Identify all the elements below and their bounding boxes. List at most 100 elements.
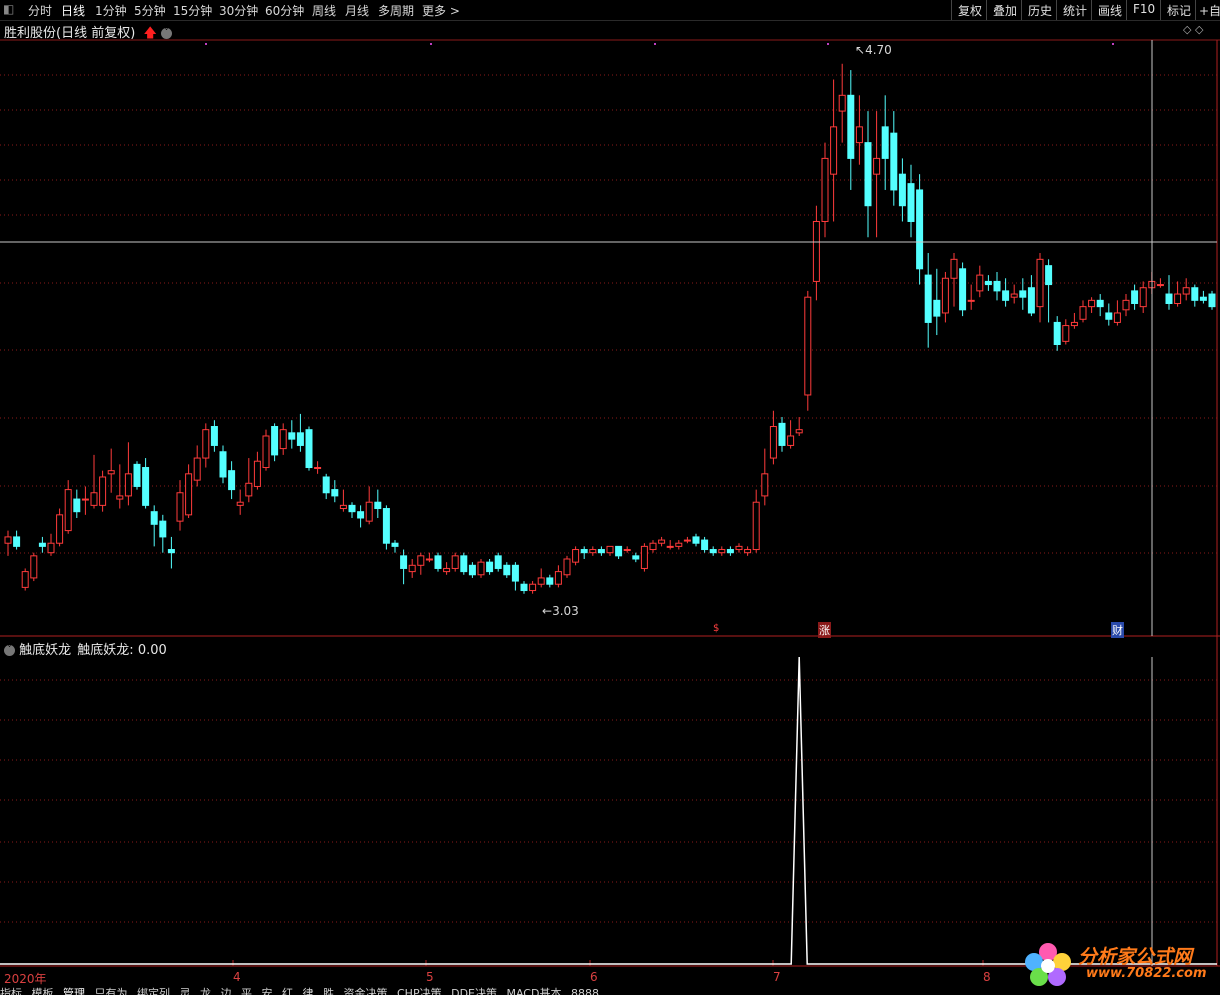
tab-chp[interactable]: CHP决策 (397, 985, 442, 995)
toolbar-menu-icon[interactable]: ◧ (3, 2, 14, 16)
period-tab-weekly[interactable]: 周线 (312, 2, 336, 19)
chart-title: 胜利股份(日线 前复权) 🡅 ˅ (4, 22, 172, 46)
fuquan-button[interactable]: 复权 (951, 0, 988, 20)
tab-sheng[interactable]: 胜 (323, 985, 334, 995)
candle-body-78 (675, 542, 683, 547)
period-tab-60min[interactable]: 60分钟 (265, 2, 304, 19)
candle-body-56 (486, 561, 494, 573)
candle-body-30 (262, 435, 270, 469)
candle-body-69 (597, 549, 605, 554)
period-tab-more[interactable]: 更多 > (422, 2, 460, 19)
tab-dde[interactable]: DDE决策 (451, 985, 497, 995)
candle-body-112 (967, 299, 975, 302)
restore-icon[interactable]: ◇ (1195, 23, 1203, 36)
candle-body-63 (546, 577, 554, 585)
indicator-title[interactable]: 触底妖龙 (19, 643, 71, 658)
tab-hong[interactable]: 红 (282, 985, 293, 995)
candle-body-62 (537, 577, 545, 585)
candle-body-111 (959, 268, 967, 311)
period-tab-fenshi[interactable]: 分时 (28, 2, 52, 19)
candle-body-25 (219, 451, 227, 478)
candle-body-98 (847, 94, 855, 159)
tab-ping[interactable]: 平 (241, 985, 252, 995)
candle-body-49 (425, 558, 433, 561)
tab-8888[interactable]: 8888 (571, 987, 599, 995)
watermark-url: www.70822.com (1086, 966, 1207, 981)
watermark-logo: 分析家公式网 www.70822.com (1020, 940, 1218, 988)
candle-body-88 (761, 473, 769, 497)
chevron-down-icon[interactable]: ˅ (160, 28, 172, 39)
candle-body-23 (202, 429, 210, 459)
stats-button[interactable]: 统计 (1056, 0, 1093, 20)
tab-capital[interactable]: 资金决策 (344, 985, 388, 995)
candle-body-10 (90, 492, 98, 506)
overlay-button[interactable]: 叠加 (986, 0, 1023, 20)
candle-body-137 (1182, 287, 1190, 295)
kline-chart[interactable] (0, 0, 1220, 995)
candle-body-82 (709, 549, 717, 554)
tab-lv[interactable]: 律 (303, 985, 314, 995)
tab-macd[interactable]: MACD基本 (506, 985, 561, 995)
candle-body-86 (744, 549, 752, 554)
tab-long[interactable]: 龙 (200, 985, 211, 995)
period-tab-1min[interactable]: 1分钟 (95, 2, 127, 19)
mark-button[interactable]: 标记 (1160, 0, 1197, 20)
candle-body-28 (245, 482, 253, 497)
period-tab-monthly[interactable]: 月线 (345, 2, 369, 19)
tab-only[interactable]: 只有为 (95, 985, 128, 995)
tab-bind[interactable]: 绑定列 (137, 985, 170, 995)
candle-body-102 (881, 126, 889, 159)
candle-body-71 (615, 545, 623, 557)
diamond-icon[interactable]: ◇ (1183, 23, 1191, 36)
candle-body-91 (787, 435, 795, 446)
candle-body-48 (417, 555, 425, 566)
candle-body-26 (228, 470, 236, 491)
candle-body-7 (64, 489, 72, 532)
f10-button[interactable]: F10 (1126, 0, 1161, 20)
candle-body-96 (830, 126, 838, 175)
top-marker-dot-2 (654, 43, 656, 45)
candle-body-5 (47, 542, 55, 554)
candle-body-125 (1079, 306, 1087, 320)
period-tab-5min[interactable]: 5分钟 (134, 2, 166, 19)
tab-manage[interactable]: 管理 (63, 985, 85, 995)
draw-button[interactable]: 画线 (1091, 0, 1128, 20)
candle-body-40 (348, 504, 356, 513)
event-marker-dividend[interactable]: $ (713, 623, 719, 634)
date-label-may: 5 (426, 970, 434, 984)
candle-body-129 (1113, 312, 1121, 323)
candle-body-126 (1088, 299, 1096, 308)
candle-body-16 (142, 467, 150, 506)
top-marker-dot-1 (430, 43, 432, 45)
candle-body-103 (890, 132, 898, 191)
tab-indicator[interactable]: 指标 (0, 985, 22, 995)
candle-body-79 (683, 539, 691, 542)
candle-body-118 (1019, 290, 1027, 298)
period-tab-15min[interactable]: 15分钟 (173, 2, 212, 19)
history-button[interactable]: 历史 (1021, 0, 1058, 20)
candle-body-90 (778, 422, 786, 446)
candle-body-92 (795, 429, 803, 434)
custom-button[interactable]: +自 (1195, 0, 1220, 20)
candle-body-13 (116, 495, 124, 500)
tab-template[interactable]: 模板 (32, 985, 54, 995)
panel-controls: ◇ ◇ (1183, 23, 1203, 36)
candle-body-4 (38, 542, 46, 547)
candle-body-61 (529, 583, 537, 592)
event-marker-finance[interactable]: 财 (1111, 622, 1124, 638)
period-tab-30min[interactable]: 30分钟 (219, 2, 258, 19)
candle-body-97 (838, 94, 846, 112)
candle-body-117 (1010, 293, 1018, 298)
tab-bian[interactable]: 边 (221, 985, 232, 995)
indicator-chevron-icon[interactable]: ˅ (4, 645, 15, 656)
period-tab-multi[interactable]: 多周期 (378, 2, 414, 19)
candle-body-87 (752, 501, 760, 551)
tab-an[interactable]: 安 (262, 985, 273, 995)
candle-body-68 (589, 549, 597, 554)
candle-body-110 (950, 258, 958, 279)
indicator-label: 触底妖龙: (77, 643, 134, 658)
event-marker-limit-up[interactable]: 涨 (818, 622, 831, 638)
candle-body-44 (382, 508, 390, 544)
period-tab-daily[interactable]: 日线 (61, 2, 85, 19)
tab-ling[interactable]: 灵 (180, 985, 191, 995)
